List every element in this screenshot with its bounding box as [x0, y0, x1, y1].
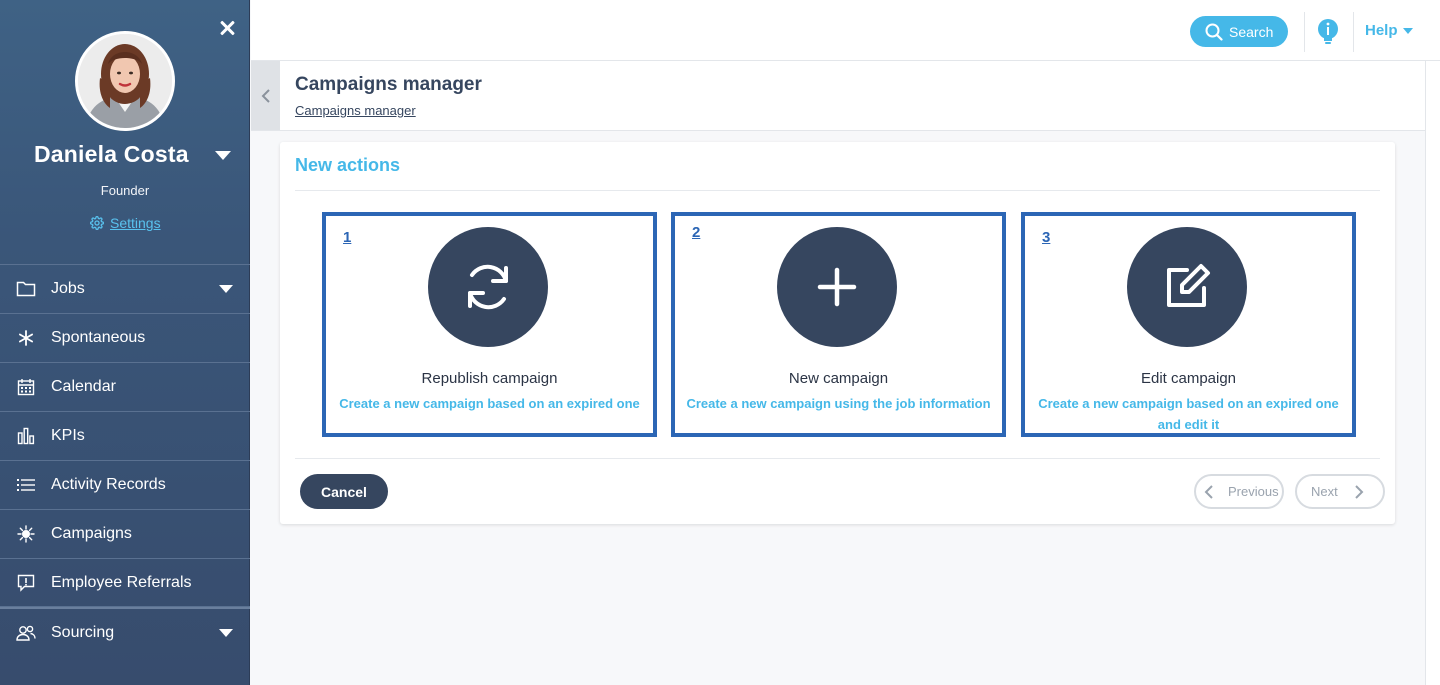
sidebar-item-employee-referrals[interactable]: Employee Referrals	[0, 558, 250, 607]
lightbulb-info-icon[interactable]	[1317, 19, 1339, 45]
new-actions-card: New actions 1 Republish campaign Create …	[280, 142, 1395, 524]
action-description: Create a new campaign using the job info…	[686, 396, 991, 411]
topbar: Search Help	[251, 0, 1440, 61]
cancel-button[interactable]: Cancel	[300, 474, 388, 509]
sidebar-item-activity-records[interactable]: Activity Records	[0, 460, 250, 509]
sidebar-item-label: KPIs	[51, 427, 85, 444]
avatar[interactable]	[75, 31, 175, 131]
calendar-icon	[16, 377, 36, 397]
divider	[1353, 12, 1354, 52]
sidebar-item-label: Employee Referrals	[51, 573, 192, 591]
divider	[295, 458, 1380, 459]
previous-button[interactable]: Previous	[1194, 474, 1284, 509]
sidebar-nav: Jobs Spontaneous Calendar KPIs Activity …	[0, 264, 250, 657]
action-number: 3	[1042, 229, 1051, 246]
chevron-right-icon	[1354, 484, 1364, 500]
action-republish-campaign[interactable]: 1 Republish campaign Create a new campai…	[322, 212, 657, 437]
next-button[interactable]: Next	[1295, 474, 1385, 509]
user-role: Founder	[100, 183, 150, 198]
help-label: Help	[1365, 22, 1398, 39]
sidebar-item-campaigns[interactable]: Campaigns	[0, 509, 250, 558]
help-menu-button[interactable]: Help	[1365, 22, 1413, 39]
collapse-sidebar-button[interactable]	[251, 61, 280, 130]
action-number: 2	[692, 224, 701, 241]
search-button[interactable]: Search	[1190, 16, 1288, 47]
sidebar-item-jobs[interactable]: Jobs	[0, 264, 250, 313]
user-menu-caret-icon[interactable]	[215, 151, 231, 160]
chevron-down-icon	[1402, 27, 1413, 34]
sidebar: Daniela Costa Founder Settings Jobs Spon…	[0, 0, 250, 685]
breadcrumb[interactable]: Campaigns manager	[295, 103, 416, 118]
settings-link[interactable]: Settings	[90, 215, 161, 231]
sidebar-item-label: Activity Records	[51, 476, 166, 493]
close-icon[interactable]	[217, 18, 237, 38]
action-description: Create a new campaign based on an expire…	[1038, 396, 1339, 432]
sidebar-item-label: Campaigns	[51, 525, 132, 542]
list-icon	[16, 475, 36, 495]
users-icon	[16, 623, 36, 643]
content-right-edge	[1425, 61, 1440, 685]
feedback-icon	[16, 573, 36, 593]
action-title: Republish campaign	[421, 370, 558, 387]
settings-label: Settings	[110, 215, 161, 231]
chevron-left-icon	[1204, 484, 1214, 500]
folder-icon	[16, 279, 36, 299]
sidebar-item-label: Spontaneous	[51, 329, 146, 346]
sidebar-item-sourcing[interactable]: Sourcing	[0, 607, 250, 657]
refresh-icon	[428, 227, 548, 347]
page-header: Campaigns manager Campaigns manager	[251, 61, 1425, 131]
user-name[interactable]: Daniela Costa	[34, 141, 189, 168]
sidebar-item-label: Sourcing	[51, 624, 115, 641]
sidebar-item-label: Calendar	[51, 378, 116, 395]
action-title: Edit campaign	[1140, 370, 1237, 387]
plus-icon	[777, 227, 897, 347]
divider	[295, 190, 1380, 191]
bar-chart-icon	[16, 426, 36, 446]
action-number: 1	[343, 229, 352, 246]
asterisk-icon	[16, 328, 36, 348]
action-new-campaign[interactable]: 2 New campaign Create a new campaign usi…	[671, 212, 1006, 437]
sidebar-item-kpis[interactable]: KPIs	[0, 411, 250, 460]
divider	[1304, 12, 1305, 52]
sidebar-item-calendar[interactable]: Calendar	[0, 362, 250, 411]
edit-icon	[1127, 227, 1247, 347]
virus-icon	[16, 524, 36, 544]
sidebar-item-spontaneous[interactable]: Spontaneous	[0, 313, 250, 362]
search-label: Search	[1229, 23, 1274, 40]
page-title: Campaigns manager	[295, 74, 482, 95]
chevron-down-icon	[219, 629, 233, 637]
chevron-down-icon	[219, 285, 233, 293]
chevron-left-icon	[261, 88, 271, 104]
sidebar-item-label: Jobs	[51, 280, 85, 297]
action-edit-campaign[interactable]: 3 Edit campaign Create a new campaign ba…	[1021, 212, 1356, 437]
search-icon	[1205, 23, 1223, 41]
gear-icon	[90, 216, 104, 230]
card-title: New actions	[295, 155, 401, 175]
action-description: Create a new campaign based on an expire…	[339, 396, 640, 411]
previous-label: Previous	[1228, 484, 1279, 499]
next-label: Next	[1311, 484, 1338, 499]
action-title: New campaign	[788, 370, 889, 387]
